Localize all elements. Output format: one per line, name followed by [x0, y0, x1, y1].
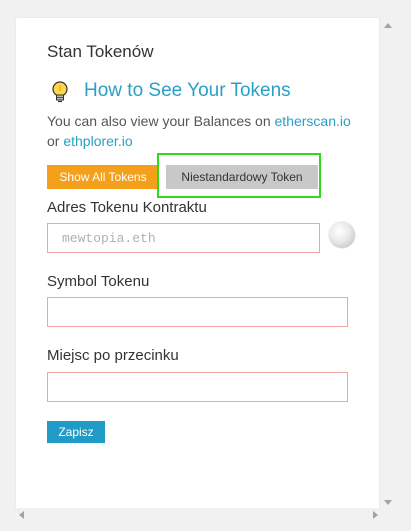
token-symbol-input[interactable]	[47, 297, 348, 327]
how-to-see-tokens-link[interactable]: How to See Your Tokens	[84, 80, 291, 102]
lightbulb-icon	[52, 81, 68, 103]
vertical-scrollbar[interactable]	[381, 18, 395, 510]
description-or-text: or	[47, 133, 64, 149]
scroll-right-arrow-icon[interactable]	[373, 511, 378, 519]
scroll-left-arrow-icon[interactable]	[19, 511, 24, 519]
symbol-label: Symbol Tokenu	[47, 273, 150, 290]
token-address-input[interactable]	[47, 223, 320, 253]
etherscan-link[interactable]: etherscan.io	[275, 113, 351, 129]
show-all-tokens-button[interactable]: Show All Tokens	[47, 165, 159, 189]
horizontal-scrollbar[interactable]	[16, 508, 381, 522]
save-button[interactable]: Zapisz	[47, 421, 105, 443]
token-decimals-input[interactable]	[47, 372, 348, 402]
address-label: Adres Tokenu Kontraktu	[47, 199, 207, 216]
scroll-up-arrow-icon[interactable]	[384, 23, 392, 28]
custom-token-button[interactable]: Niestandardowy Token	[166, 165, 318, 189]
balances-description: You can also view your Balances on ether…	[47, 111, 357, 151]
address-identicon	[329, 222, 355, 248]
ethplorer-link[interactable]: ethplorer.io	[63, 133, 132, 149]
decimals-label: Miejsc po przecinku	[47, 347, 179, 364]
description-text: You can also view your Balances on	[47, 113, 275, 129]
scroll-down-arrow-icon[interactable]	[384, 500, 392, 505]
panel-title: Stan Tokenów	[47, 42, 154, 61]
